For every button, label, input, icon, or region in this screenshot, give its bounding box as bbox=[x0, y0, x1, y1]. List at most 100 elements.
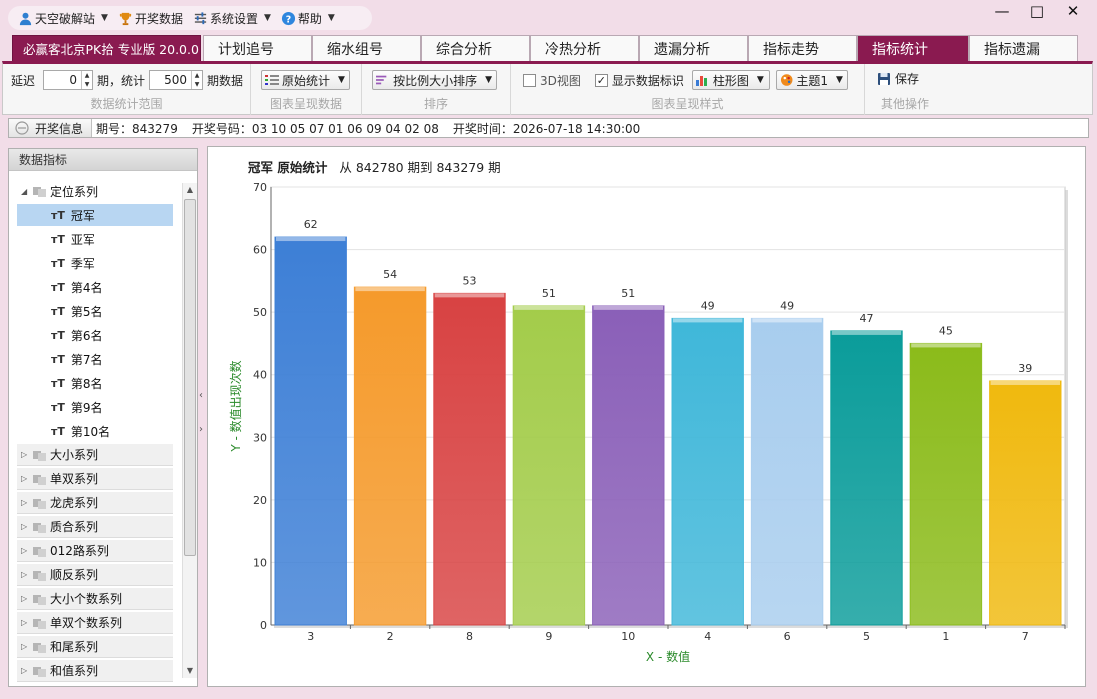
tree-item-label: 冠军 bbox=[70, 208, 95, 223]
tree-item-rank[interactable]: ᴛT 第7名 bbox=[17, 348, 173, 370]
tree-item-rank[interactable]: ᴛT 第10名 bbox=[17, 420, 173, 442]
tree-item-rank[interactable]: ᴛT 亚军 bbox=[17, 228, 173, 250]
svg-text:?: ? bbox=[286, 14, 291, 25]
folder-icon bbox=[33, 522, 46, 533]
save-icon bbox=[878, 72, 890, 85]
list-sort-icon bbox=[265, 75, 279, 85]
tree-item-rank[interactable]: ᴛT 第8名 bbox=[17, 372, 173, 394]
expand-arrow-icon[interactable]: ▷ bbox=[21, 498, 33, 507]
present-dropdown[interactable]: 原始统计 ▼ bbox=[261, 70, 350, 90]
y-tick-label: 50 bbox=[253, 306, 267, 319]
tab-hot-cold-analysis[interactable]: 冷热分析 bbox=[530, 35, 639, 61]
data-label: 51 bbox=[542, 287, 556, 300]
tree-group[interactable]: ▷ 质合系列 bbox=[17, 516, 173, 538]
panel-splitter[interactable]: ‹ › bbox=[199, 380, 207, 440]
collapse-arrow-icon[interactable]: ◢ bbox=[21, 187, 33, 196]
tab-composite-analysis[interactable]: 综合分析 bbox=[421, 35, 530, 61]
stepper-arrows-icon[interactable]: ▲ ▼ bbox=[191, 71, 202, 89]
scroll-up-icon[interactable]: ▲ bbox=[183, 183, 197, 197]
save-label: 保存 bbox=[895, 72, 920, 86]
save-button[interactable]: 保存 bbox=[877, 70, 919, 87]
tree-group[interactable]: ▷ 和值系列 bbox=[17, 660, 173, 682]
close-button[interactable]: ✕ bbox=[1058, 2, 1088, 20]
tab-indicator-trend[interactable]: 指标走势 bbox=[748, 35, 857, 61]
chart-type-dropdown[interactable]: 柱形图 ▼ bbox=[691, 70, 770, 90]
draw-numbers: 开奖号码：03 10 05 07 01 06 09 04 02 08 bbox=[191, 121, 439, 136]
expand-arrow-icon[interactable]: ▷ bbox=[21, 522, 33, 531]
tree-group-label: 和尾系列 bbox=[50, 640, 99, 654]
tree-group[interactable]: ▷ 单双系列 bbox=[17, 468, 173, 490]
tree-item-label: 第7名 bbox=[70, 352, 103, 367]
menu-user[interactable]: 天空破解站 ▼ bbox=[18, 10, 108, 27]
scroll-down-icon[interactable]: ▼ bbox=[183, 664, 197, 678]
scrollbar-thumb[interactable] bbox=[184, 199, 196, 556]
tab-indicator-stats[interactable]: 指标统计 bbox=[857, 35, 969, 61]
tree-item-rank[interactable]: ᴛT 第9名 bbox=[17, 396, 173, 418]
group-stats-range: 延迟 0 ▲ ▼ 期，统计 500 ▲ ▼ 期数据 数据统计范围 bbox=[3, 64, 251, 115]
tree-item-rank[interactable]: ᴛT 季军 bbox=[17, 252, 173, 274]
tree-group[interactable]: ▷ 大小个数系列 bbox=[17, 588, 173, 610]
menu-settings[interactable]: 系统设置 ▼ bbox=[193, 10, 271, 27]
draw-info-toggle[interactable]: 开奖信息 bbox=[9, 119, 93, 137]
expand-right-icon[interactable]: › bbox=[199, 424, 203, 435]
y-axis-title: Y - 数值出现次数 bbox=[228, 360, 243, 452]
tree-scrollbar[interactable]: ▲ ▼ bbox=[182, 183, 197, 678]
maximize-button[interactable]: □ bbox=[1022, 2, 1052, 20]
chevron-down-icon: ▼ bbox=[835, 75, 843, 85]
menu-help[interactable]: ? 帮助 ▼ bbox=[281, 10, 335, 27]
present-dropdown-value: 原始统计 bbox=[282, 73, 331, 88]
expand-arrow-icon[interactable]: ▷ bbox=[21, 618, 33, 627]
folder-icon bbox=[33, 474, 46, 485]
tree-item-rank[interactable]: ᴛT 第5名 bbox=[17, 300, 173, 322]
show-labels-checkbox[interactable]: ✓ bbox=[594, 73, 608, 87]
tree-item-rank[interactable]: ᴛT 第4名 bbox=[17, 276, 173, 298]
bar bbox=[592, 305, 665, 626]
delay-stepper[interactable]: 0 ▲ ▼ bbox=[43, 70, 94, 90]
x-tick-label: 7 bbox=[1022, 630, 1029, 643]
tree-group-label: 龙虎系列 bbox=[50, 496, 99, 510]
count-stepper[interactable]: 500 ▲ ▼ bbox=[149, 70, 204, 90]
bar-highlight bbox=[752, 318, 822, 323]
tree-item-label: 第9名 bbox=[70, 400, 103, 415]
data-label: 39 bbox=[1018, 362, 1032, 375]
text-format-icon: ᴛT bbox=[51, 256, 65, 270]
menu-draw-data[interactable]: 开奖数据 bbox=[118, 10, 183, 27]
theme-dropdown[interactable]: 主题1 ▼ bbox=[775, 70, 848, 90]
data-label: 45 bbox=[939, 324, 953, 337]
tab-reduce-group[interactable]: 缩水组号 bbox=[312, 35, 421, 61]
tree-item-rank[interactable]: ᴛT 冠军 bbox=[17, 204, 173, 226]
expand-arrow-icon[interactable]: ▷ bbox=[21, 546, 33, 555]
expand-arrow-icon[interactable]: ▷ bbox=[21, 594, 33, 603]
folder-icon bbox=[33, 498, 46, 509]
bar-highlight bbox=[911, 343, 981, 348]
tree-group[interactable]: ▷ 和尾系列 bbox=[17, 636, 173, 658]
bar bbox=[909, 342, 983, 626]
tree-group-positional[interactable]: ◢ 定位系列 bbox=[17, 180, 173, 202]
expand-arrow-icon[interactable]: ▷ bbox=[21, 642, 33, 651]
stepper-arrows-icon[interactable]: ▲ ▼ bbox=[81, 71, 92, 89]
count-suffix: 期数据 bbox=[207, 73, 244, 88]
tree-item-label: 第5名 bbox=[70, 304, 103, 319]
tree-group[interactable]: ▷ 大小系列 bbox=[17, 444, 173, 466]
tab-plan-tracking[interactable]: 计划追号 bbox=[203, 35, 312, 61]
expand-arrow-icon[interactable]: ▷ bbox=[21, 474, 33, 483]
minimize-button[interactable]: — bbox=[987, 2, 1017, 20]
collapse-left-icon[interactable]: ‹ bbox=[199, 390, 203, 401]
expand-arrow-icon[interactable]: ▷ bbox=[21, 666, 33, 675]
chart-type-value: 柱形图 bbox=[712, 73, 749, 88]
tree-item-rank[interactable]: ᴛT 第6名 bbox=[17, 324, 173, 346]
tree-group[interactable]: ▷ 顺反系列 bbox=[17, 564, 173, 586]
tab-indicator-missing[interactable]: 指标遗漏 bbox=[969, 35, 1078, 61]
expand-arrow-icon[interactable]: ▷ bbox=[21, 570, 33, 579]
sort-dropdown[interactable]: 按比例大小排序 ▼ bbox=[372, 70, 497, 90]
x-tick-label: 10 bbox=[621, 630, 635, 643]
tree-group[interactable]: ▷ 012路系列 bbox=[17, 540, 173, 562]
tree-group[interactable]: ▷ 单双个数系列 bbox=[17, 612, 173, 634]
delay-value: 0 bbox=[69, 73, 78, 87]
tree-group[interactable]: ▷ 龙虎系列 bbox=[17, 492, 173, 514]
view3d-checkbox[interactable] bbox=[523, 73, 536, 87]
x-tick-label: 8 bbox=[466, 630, 473, 643]
tab-missing-analysis[interactable]: 遗漏分析 bbox=[639, 35, 748, 61]
bar bbox=[353, 286, 427, 626]
expand-arrow-icon[interactable]: ▷ bbox=[21, 450, 33, 459]
